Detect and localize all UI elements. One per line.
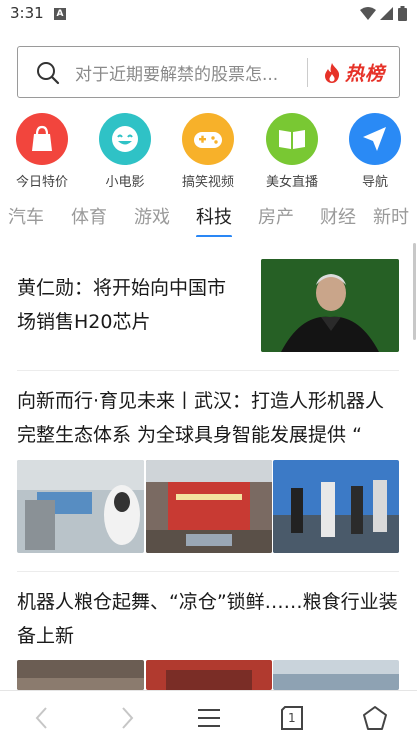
tabs-button[interactable]: 1: [277, 703, 307, 733]
tab-finance[interactable]: 财经: [320, 203, 356, 229]
flame-icon: [325, 62, 340, 83]
tab-tech[interactable]: 科技: [196, 203, 232, 229]
send-icon: [349, 113, 401, 165]
article-title[interactable]: 机器人粮仓起舞、“凉仓”锁鲜……粮食行业装备上新: [17, 585, 402, 653]
search-input[interactable]: 对于近期要解禁的股票怎...: [75, 60, 303, 85]
article-divider: [17, 370, 399, 371]
shortcut-navigation[interactable]: 导航: [335, 113, 415, 190]
tab-realestate[interactable]: 房产: [258, 203, 294, 229]
article-thumbnail[interactable]: [17, 460, 144, 553]
wifi-icon: [360, 6, 376, 20]
active-tab-indicator: [196, 235, 232, 237]
article-divider: [17, 571, 399, 572]
smiley-icon: [99, 113, 151, 165]
search-icon: [37, 62, 60, 85]
signal-icon: [380, 6, 393, 20]
home-button[interactable]: [360, 703, 390, 733]
article-thumbnail[interactable]: [17, 660, 144, 690]
shortcut-label: 导航: [361, 175, 388, 190]
bottom-nav: 1: [0, 690, 417, 743]
book-icon: [266, 113, 318, 165]
article-thumbnail[interactable]: [146, 660, 272, 690]
tab-auto[interactable]: 汽车: [8, 203, 44, 229]
status-time: 3:31: [10, 4, 44, 22]
status-right: [360, 6, 407, 21]
scrollbar[interactable]: [413, 243, 416, 340]
shortcut-label: 今日特价: [15, 175, 68, 190]
shortcut-live[interactable]: 美女直播: [252, 113, 332, 190]
back-button[interactable]: [28, 703, 58, 733]
shortcut-funny-videos[interactable]: 搞笑视频: [168, 113, 248, 190]
battery-icon: [398, 6, 407, 21]
article-thumbnail[interactable]: [146, 460, 272, 553]
tab-games[interactable]: 游戏: [134, 203, 170, 229]
shortcut-label: 搞笑视频: [181, 175, 234, 190]
article-thumbnail[interactable]: [273, 460, 399, 553]
category-tabs: 汽车 体育 游戏 科技 房产 财经 新时: [0, 203, 417, 237]
article-title[interactable]: 向新而行·育见未来丨武汉：打造人形机器人完整生态体系 为全球具身智能发展提供 “: [17, 384, 402, 452]
hot-list-label: 热榜: [345, 63, 386, 85]
menu-icon: [198, 709, 220, 727]
tabs-count: 1: [288, 711, 296, 725]
back-icon: [35, 707, 47, 729]
home-icon: [363, 706, 387, 730]
tab-sports[interactable]: 体育: [71, 203, 107, 229]
forward-button[interactable]: [111, 703, 141, 733]
search-divider: [307, 58, 308, 87]
hot-list-button[interactable]: 热榜: [323, 59, 385, 86]
shopping-bag-icon: [16, 113, 68, 165]
gamepad-icon: [182, 113, 234, 165]
shortcut-label: 美女直播: [265, 175, 318, 190]
menu-button[interactable]: [194, 703, 224, 733]
search-bar[interactable]: 对于近期要解禁的股票怎... 热榜: [17, 46, 400, 98]
status-bar: 3:31 A: [0, 0, 417, 30]
shortcut-row: 今日特价 小电影 搞笑视频 美女直播 导航: [0, 113, 417, 193]
shortcut-movies[interactable]: 小电影: [85, 113, 165, 190]
tab-new[interactable]: 新时: [373, 203, 409, 229]
forward-icon: [122, 707, 134, 729]
article-thumbnail[interactable]: [273, 660, 399, 690]
article-title[interactable]: 黄仁勋：将开始向中国市场销售H20芯片: [17, 271, 242, 339]
shortcut-deals[interactable]: 今日特价: [2, 113, 82, 190]
shortcut-label: 小电影: [105, 175, 145, 190]
article-thumbnail[interactable]: [261, 259, 399, 352]
notification-icon: A: [54, 8, 66, 20]
